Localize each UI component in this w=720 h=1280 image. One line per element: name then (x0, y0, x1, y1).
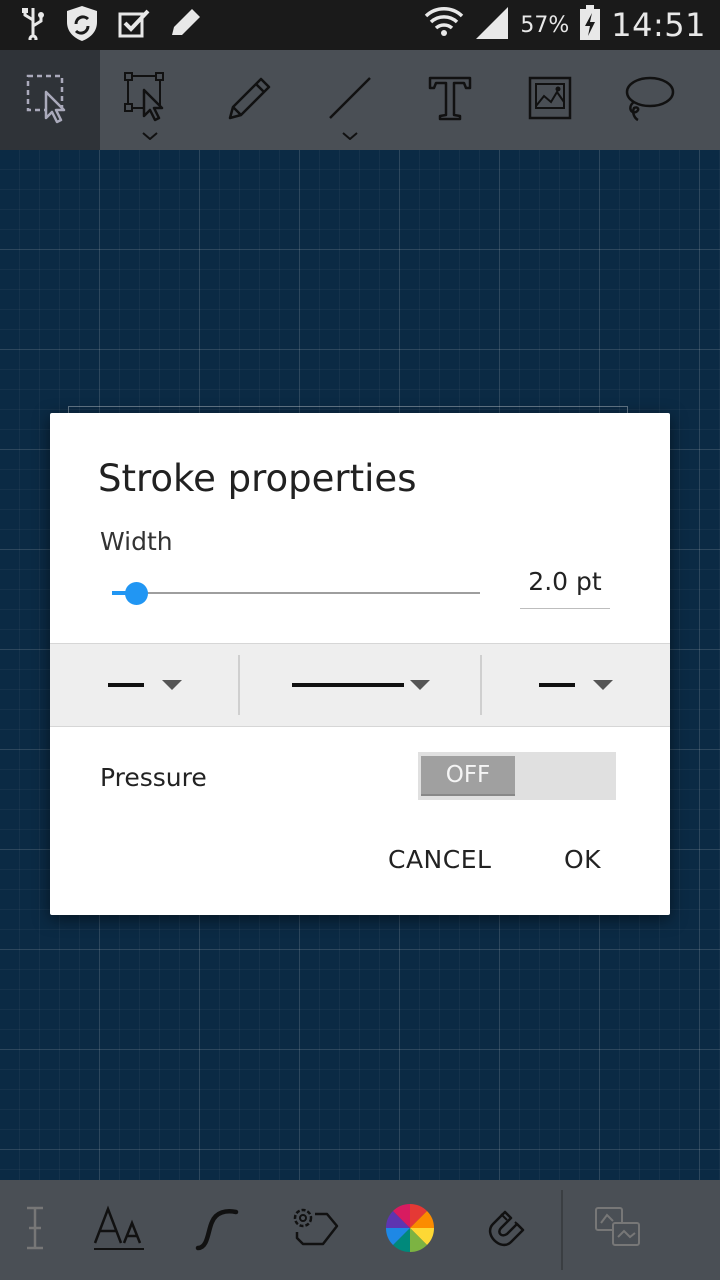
image-tool[interactable] (500, 50, 600, 150)
usb-icon (20, 6, 46, 44)
width-slider[interactable] (112, 581, 480, 605)
pressure-label: Pressure (100, 763, 207, 792)
font-size-icon (92, 1205, 146, 1255)
dropdown-arrow-icon (410, 680, 430, 690)
lasso-tool[interactable] (600, 50, 700, 150)
pencil-icon (224, 72, 276, 128)
clock: 14:51 (611, 6, 706, 44)
dialog-title: Stroke properties (98, 457, 417, 500)
dropdown-arrow-icon (162, 680, 182, 690)
pencil-tool[interactable] (200, 50, 300, 150)
width-label: Width (100, 527, 173, 556)
pencil-notify-icon (168, 7, 202, 43)
curve-tool[interactable] (167, 1180, 264, 1280)
settings-tag-tool[interactable] (264, 1180, 361, 1280)
width-value-field[interactable]: 2.0 pt (520, 561, 610, 609)
slider-thumb[interactable] (124, 582, 148, 605)
start-cap-preview (108, 683, 144, 687)
shapes-icon (593, 1205, 643, 1255)
wifi-icon (424, 4, 464, 46)
font-size-tool[interactable] (70, 1180, 167, 1280)
color-tool[interactable] (361, 1180, 458, 1280)
node-pointer-icon (124, 72, 176, 128)
chevron-down-icon (342, 125, 358, 144)
checkbox-icon (118, 8, 150, 42)
stroke-style-row (50, 643, 670, 727)
text-cursor-tool[interactable] (0, 1180, 70, 1280)
line-tool[interactable] (300, 50, 400, 150)
magnet-tool[interactable] (458, 1180, 555, 1280)
shapes-tool[interactable] (569, 1180, 666, 1280)
settings-tag-icon (287, 1204, 339, 1256)
color-wheel-icon (385, 1203, 435, 1257)
line-icon (324, 72, 376, 128)
image-icon (524, 72, 576, 128)
slider-track (112, 592, 480, 594)
line-style-select[interactable] (240, 643, 482, 727)
end-cap-preview (539, 683, 575, 687)
pressure-toggle[interactable]: OFF (418, 752, 616, 800)
select-area-tool[interactable] (0, 50, 100, 150)
stroke-properties-dialog: Stroke properties Width 2.0 pt Pressure … (50, 413, 670, 915)
shield-sync-icon (64, 4, 100, 46)
bottom-toolbar (0, 1180, 720, 1280)
status-bar: 57% 14:51 (0, 0, 720, 50)
node-select-tool[interactable] (100, 50, 200, 150)
cancel-button[interactable]: CANCEL (388, 845, 491, 874)
line-style-preview (292, 683, 404, 687)
text-tool[interactable] (400, 50, 500, 150)
magnet-icon (483, 1204, 531, 1256)
battery-percent: 57% (520, 12, 570, 38)
line-end-cap-select[interactable] (482, 643, 670, 727)
curve-icon (192, 1204, 240, 1256)
signal-icon (474, 5, 510, 45)
dashed-select-icon (24, 72, 76, 128)
chevron-down-icon (142, 125, 158, 144)
toggle-knob: OFF (421, 756, 515, 796)
toolbar-divider (561, 1190, 563, 1270)
line-start-cap-select[interactable] (50, 643, 240, 727)
text-cursor-icon (23, 1204, 47, 1256)
dropdown-arrow-icon (593, 680, 613, 690)
top-toolbar (0, 50, 720, 150)
ok-button[interactable]: OK (564, 845, 601, 874)
battery-charging-icon (579, 5, 601, 45)
text-icon (424, 72, 476, 128)
lasso-icon (622, 72, 678, 128)
